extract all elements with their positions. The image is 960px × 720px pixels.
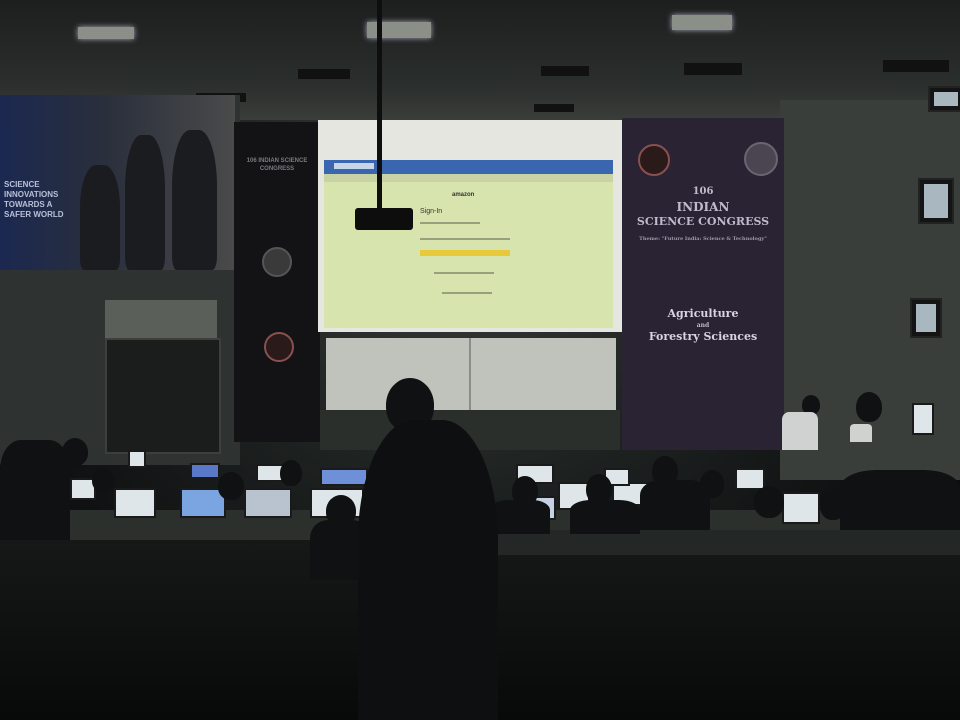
projected-sign-in-heading: Sign-In [420, 208, 443, 215]
whiteboard-divider [469, 338, 471, 410]
seated-person-head [856, 392, 882, 422]
student-head [92, 468, 114, 492]
ceiling-vent [684, 63, 742, 75]
ceiling-vent [883, 60, 949, 72]
session-title-line2: Forestry Sciences [648, 330, 758, 343]
banner-theme: Theme: "Future India: Science & Technolo… [639, 236, 767, 242]
computer-monitor [114, 488, 156, 518]
poster-person [125, 135, 165, 270]
projected-sign-in-button [420, 250, 510, 256]
poster-person [172, 130, 217, 270]
instructor-white-shirt [782, 412, 818, 450]
session-title-and: and [696, 322, 710, 329]
banner-round-emblem [262, 247, 292, 277]
ceiling-light [78, 27, 134, 39]
projected-footer-line [442, 292, 492, 294]
ceiling-projector [355, 208, 413, 230]
ceiling-vent [298, 69, 350, 79]
projected-form-line [420, 222, 480, 224]
ceiling-vent [534, 104, 574, 112]
computer-monitor [190, 463, 220, 479]
banner-round-emblem [744, 142, 778, 176]
doorway [105, 338, 221, 454]
projected-form-line [434, 272, 494, 274]
dark-banner-text: 106 INDIAN SCIENCE CONGRESS [246, 158, 308, 172]
computer-monitor [244, 488, 292, 518]
browser-bookmarks-bar [324, 174, 613, 182]
banner-edition: 106 [692, 186, 714, 197]
left-banner-text: SCIENCE INNOVATIONS TOWARDS A SAFER WORL… [4, 180, 64, 219]
wall-window [928, 86, 960, 112]
standing-person-silhouette [358, 420, 498, 720]
computer-monitor [782, 492, 820, 524]
whiteboard [326, 338, 616, 410]
projected-form-line [420, 238, 510, 240]
door-transom [105, 300, 217, 338]
left-poster-banner: SCIENCE INNOVATIONS TOWARDS A SAFER WORL… [0, 95, 235, 270]
computer-monitor [128, 450, 146, 468]
student-head [280, 460, 302, 486]
projector-pole [377, 0, 382, 210]
student-head [754, 486, 784, 518]
ceiling-vent [541, 66, 589, 76]
computer-lab-photo: SCIENCE INNOVATIONS TOWARDS A SAFER WORL… [0, 0, 960, 720]
banner-title-line1: INDIAN [676, 200, 730, 214]
seated-person-shirt [850, 424, 872, 442]
poster-person [80, 165, 120, 270]
student-body [840, 470, 960, 530]
wall-window [910, 298, 942, 338]
browser-url-bar [334, 163, 374, 169]
browser-tab-bar [324, 160, 613, 174]
computer-monitor [735, 468, 765, 490]
projected-site-logo: amazon [452, 192, 475, 198]
computer-monitor [912, 403, 934, 435]
student-body [490, 500, 550, 534]
student-body [570, 500, 640, 534]
university-logo [264, 332, 294, 362]
projected-sign-in-page: amazon Sign-In [324, 160, 613, 328]
student-body [640, 480, 710, 530]
dark-side-banner: 106 INDIAN SCIENCE CONGRESS [234, 122, 320, 442]
session-title-line1: Agriculture [667, 307, 739, 320]
student-body [0, 440, 70, 540]
ceiling-light [672, 15, 732, 30]
banner-title-line2: SCIENCE CONGRESS [636, 215, 770, 228]
science-congress-banner: 106 INDIAN SCIENCE CONGRESS Theme: "Futu… [622, 118, 784, 450]
university-logo [638, 144, 670, 176]
computer-monitor [320, 468, 368, 486]
student-head [218, 472, 244, 500]
wall-window [918, 178, 954, 224]
